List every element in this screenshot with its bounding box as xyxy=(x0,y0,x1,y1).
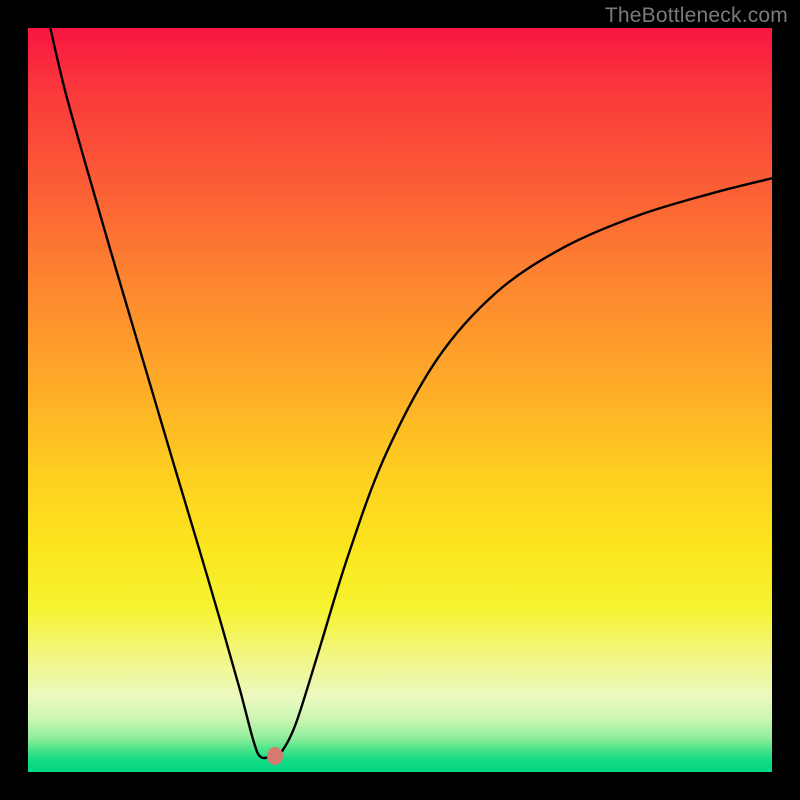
plot-area xyxy=(28,28,772,772)
bottleneck-curve xyxy=(50,28,772,758)
attribution-watermark: TheBottleneck.com xyxy=(605,4,788,28)
curve-layer xyxy=(28,28,772,772)
chart-frame: TheBottleneck.com xyxy=(0,0,800,800)
